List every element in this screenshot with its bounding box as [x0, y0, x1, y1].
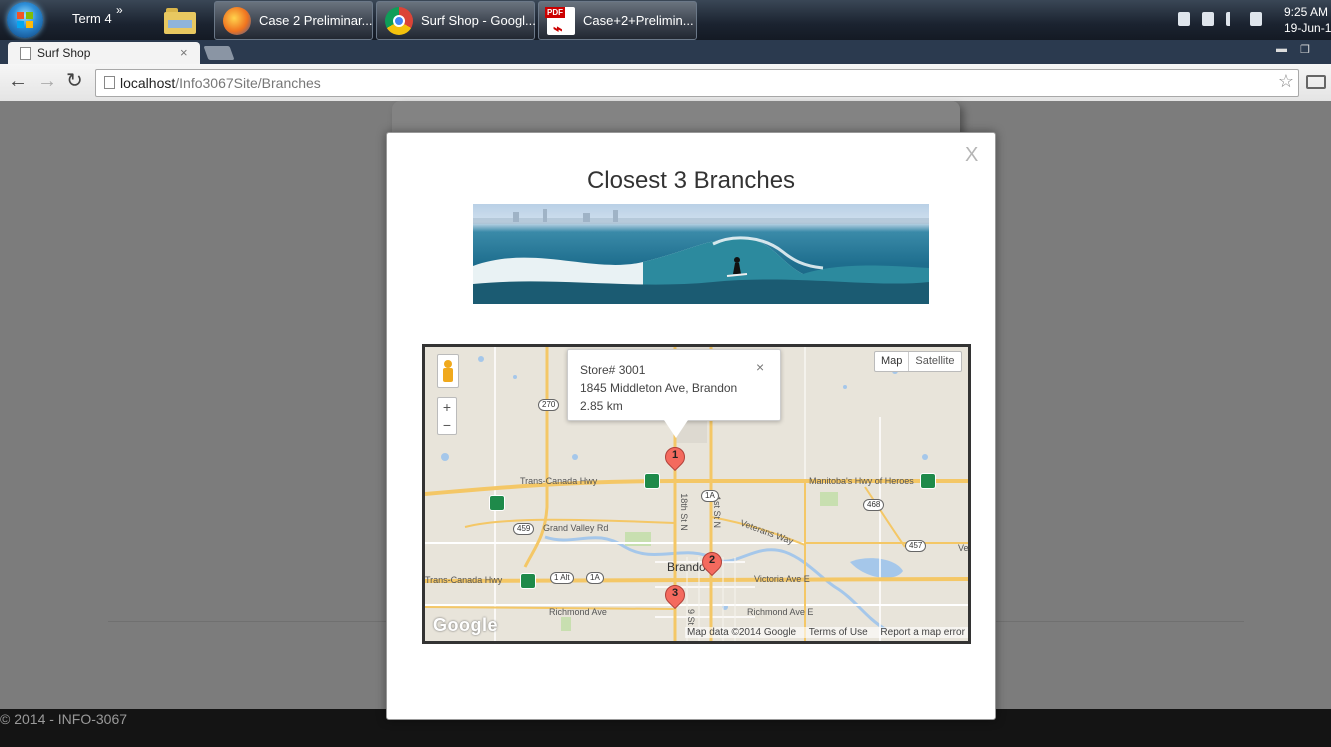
trans-canada-shield-icon	[644, 473, 660, 489]
branch-marker-1[interactable]: 1	[660, 442, 690, 479]
map-label: Trans-Canada Hwy	[520, 476, 598, 486]
toolbar-overflow-icon[interactable]: »	[116, 3, 123, 17]
modal-close-button[interactable]: X	[965, 144, 978, 167]
branches-modal: X Closest 3 Branches Trans-Canada Hwy Tr…	[386, 132, 996, 720]
browser-chrome: Surf Shop × ▬ ❐ ← → ↻ localhost/Info3067…	[0, 40, 1331, 102]
tab-surf-shop[interactable]: Surf Shop ×	[8, 42, 200, 64]
page-icon	[20, 47, 31, 60]
zoom-control: + −	[437, 397, 457, 435]
highway-shield: 459	[513, 523, 535, 535]
explorer-folder-icon[interactable]	[164, 6, 196, 34]
new-tab-button[interactable]	[203, 46, 235, 60]
page-icon	[104, 76, 115, 89]
store-info-window: Store# 3001 1845 Middleton Ave, Brandon …	[567, 349, 781, 438]
system-tray	[1176, 12, 1266, 28]
cast-icon[interactable]	[1306, 75, 1326, 89]
map-label: 9 St	[686, 608, 697, 626]
map-label: Victoria Ave E	[754, 574, 810, 584]
map-type-control: Map Satellite	[874, 351, 962, 372]
forward-arrow-icon[interactable]: →	[37, 71, 57, 91]
map-label: Richmond Ave E	[747, 607, 814, 617]
modal-title: Closest 3 Branches	[586, 167, 796, 194]
map-label: Richmond Ave	[549, 607, 607, 617]
system-clock[interactable]: 9:25 AM 19-Jun-1	[1284, 4, 1331, 36]
marker-number: 1	[671, 449, 679, 461]
google-logo[interactable]: Google	[433, 615, 498, 636]
network-icon[interactable]	[1178, 12, 1190, 26]
street-view-pegman-icon[interactable]	[437, 354, 459, 388]
trans-canada-shield-icon	[920, 473, 936, 489]
marker-number: 2	[708, 554, 716, 566]
back-arrow-icon[interactable]: ←	[8, 71, 28, 91]
taskbar-button-label: Case 2 Preliminar...	[259, 13, 373, 28]
zoom-out-button[interactable]: −	[438, 416, 456, 434]
chrome-icon	[385, 7, 413, 35]
url-host: localhost	[120, 75, 176, 91]
taskbar-button-pdf[interactable]: PDF ⌁ Case+2+Prelimin...	[538, 1, 697, 40]
taskbar-button-label: Surf Shop - Googl...	[421, 13, 536, 28]
clock-time: 9:25 AM	[1284, 5, 1329, 19]
windows-flag-icon	[17, 12, 33, 28]
page-overlay: © 2014 - INFO-3067 X Closest 3 Branches	[0, 101, 1331, 747]
browser-toolbar: ← → ↻ localhost/Info3067Site/Branches ☆	[0, 64, 1331, 102]
map-label: 18th St N	[678, 493, 689, 531]
trans-canada-shield-icon	[489, 495, 505, 511]
tab-strip: Surf Shop × ▬ ❐	[0, 40, 1331, 64]
battery-icon[interactable]	[1250, 12, 1262, 26]
url-path: /Info3067Site/Branches	[175, 75, 321, 91]
store-number: Store# 3001	[580, 363, 646, 377]
url-text[interactable]: localhost/Info3067Site/Branches	[120, 75, 321, 91]
surf-banner-image	[473, 204, 929, 304]
start-button[interactable]	[7, 2, 43, 38]
highway-shield: 1 Alt	[550, 572, 574, 584]
store-distance: 2.85 km	[580, 399, 623, 413]
term-toolbar-label[interactable]: Term 4	[72, 11, 112, 26]
volume-muted-icon[interactable]	[1202, 12, 1214, 26]
minimize-icon[interactable]: ▬	[1276, 43, 1287, 55]
map-label: Manitoba's Hwy of Heroes	[809, 476, 914, 486]
branch-marker-2[interactable]: 2	[697, 547, 727, 584]
pdf-icon: PDF ⌁	[545, 7, 575, 38]
bookmark-star-icon[interactable]: ☆	[1278, 71, 1294, 92]
info-window-pointer	[664, 420, 688, 438]
map-type-map-button[interactable]: Map	[875, 352, 908, 371]
store-address: 1845 Middleton Ave, Brandon	[580, 381, 738, 395]
info-window-close-icon[interactable]: ×	[756, 359, 764, 375]
highway-shield: 1A	[586, 572, 604, 584]
highway-shield: 457	[905, 540, 927, 552]
clock-date: 19-Jun-1	[1284, 21, 1331, 35]
tab-title: Surf Shop	[37, 46, 91, 60]
map-attribution: Map data ©2014 Google Terms of Use Repor…	[685, 627, 968, 638]
branch-map[interactable]: Trans-Canada Hwy Trans-Canada Hwy Manito…	[422, 344, 971, 644]
signal-icon[interactable]	[1226, 12, 1240, 26]
trans-canada-shield-icon	[520, 573, 536, 589]
report-map-error-link[interactable]: Report a map error	[880, 627, 964, 638]
reload-icon[interactable]: ↻	[66, 71, 83, 91]
windows-taskbar: Term 4 » Case 2 Preliminar... Surf Shop …	[0, 0, 1331, 40]
tab-close-icon[interactable]: ×	[180, 45, 188, 60]
branch-marker-3[interactable]: 3	[660, 580, 690, 617]
marker-number: 3	[671, 587, 679, 599]
zoom-in-button[interactable]: +	[438, 398, 456, 416]
map-data-credit: Map data ©2014 Google	[687, 627, 797, 638]
taskbar-button-firefox[interactable]: Case 2 Preliminar...	[214, 1, 373, 40]
taskbar-button-label: Case+2+Prelimin...	[583, 13, 694, 28]
highway-shield: 468	[863, 499, 885, 511]
map-type-satellite-button[interactable]: Satellite	[908, 352, 960, 371]
highway-shield: 1A	[701, 490, 719, 502]
taskbar-button-chrome[interactable]: Surf Shop - Googl...	[376, 1, 536, 40]
firefox-icon	[223, 7, 251, 35]
terms-of-use-link[interactable]: Terms of Use	[809, 627, 868, 638]
address-bar[interactable]: localhost/Info3067Site/Branches ☆	[95, 69, 1299, 97]
map-label: Trans-Canada Hwy	[425, 575, 503, 585]
restore-icon[interactable]: ❐	[1300, 43, 1310, 56]
map-label: Ve	[958, 543, 969, 553]
highway-shield: 270	[538, 399, 560, 411]
map-label: Grand Valley Rd	[543, 523, 609, 533]
copyright-text: © 2014 - INFO-3067	[0, 711, 128, 727]
